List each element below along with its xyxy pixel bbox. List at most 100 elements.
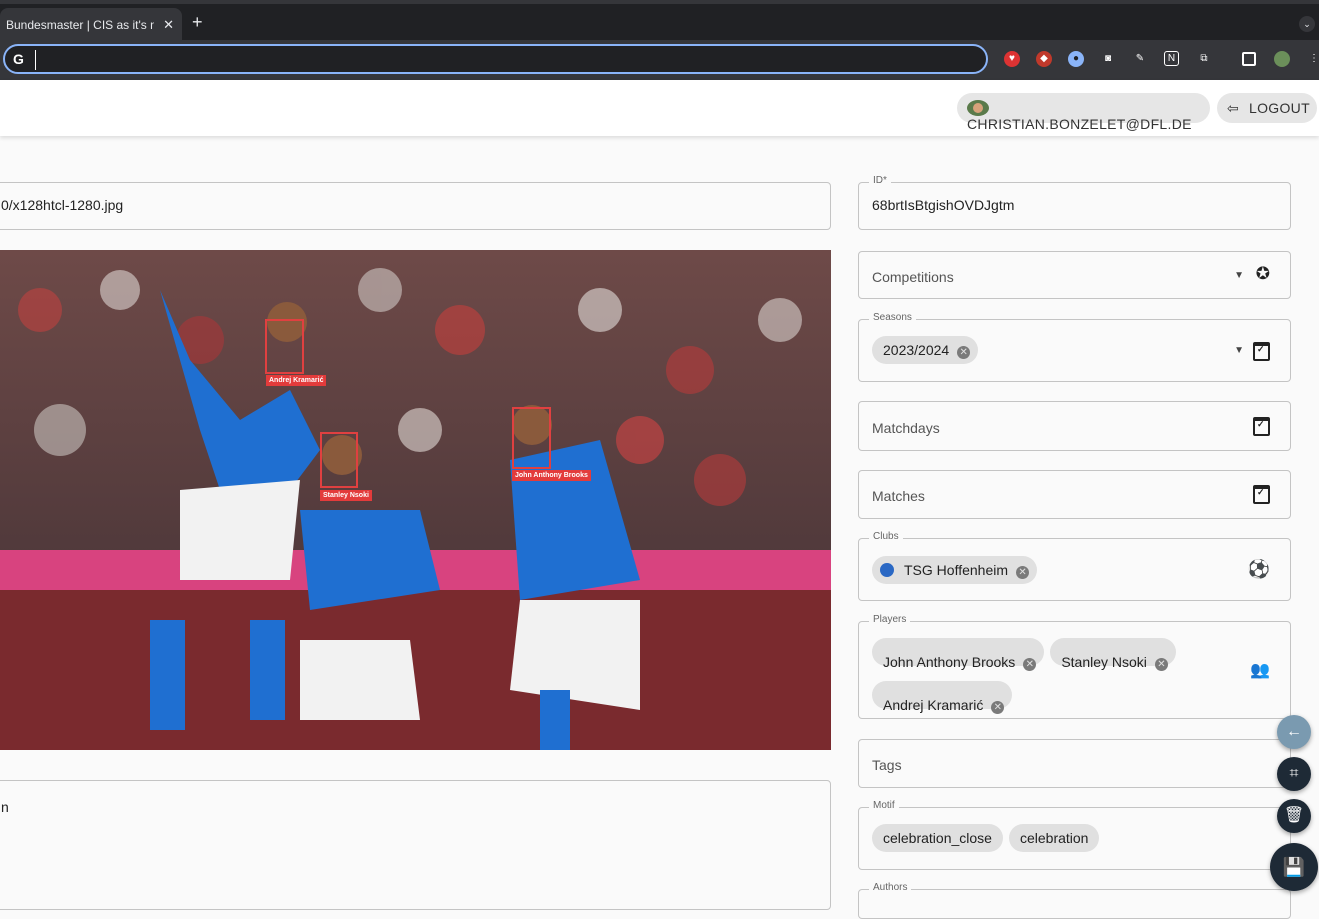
filename-field[interactable]: 0/x128htcl-1280.jpg: [0, 182, 831, 230]
extension-blue-icon[interactable]: ●: [1068, 51, 1084, 67]
extension-red-icon[interactable]: ◆: [1036, 51, 1052, 67]
players-chips: John Anthony Brooks ✕ Stanley Nsoki ✕ Andre…: [872, 638, 1232, 724]
soccer-ball-icon: ⚽: [1247, 559, 1270, 579]
seasons-legend: Seasons: [869, 312, 916, 323]
save-fab[interactable]: 💾: [1270, 843, 1318, 891]
logout-button[interactable]: ⇦ LOGOUT: [1217, 93, 1317, 123]
user-account-button[interactable]: CHRISTIAN.BONZELET@DFL.DE: [957, 93, 1210, 132]
chip-remove-icon[interactable]: ✕: [1154, 658, 1168, 671]
user-avatar: [967, 100, 989, 116]
address-bar[interactable]: G: [3, 44, 988, 74]
clubs-legend: Clubs: [869, 531, 903, 542]
chip-remove-icon[interactable]: ✕: [991, 701, 1005, 714]
description-value: n: [1, 799, 9, 815]
player-chip[interactable]: John Anthony Brooks ✕: [872, 638, 1045, 671]
user-email: CHRISTIAN.BONZELET@DFL.DE: [967, 116, 1192, 132]
photo-preview: Andrej Kramarić Stanley Nsoki John Antho…: [0, 250, 831, 750]
face-label-kramaric: Andrej Kramarić: [266, 375, 327, 386]
new-tab-button[interactable]: +: [192, 12, 203, 33]
profile-avatar-icon[interactable]: [1274, 51, 1290, 67]
notion-extension-icon[interactable]: N: [1164, 51, 1179, 66]
description-field[interactable]: n: [0, 780, 831, 910]
authors-field[interactable]: Authors: [858, 882, 1291, 919]
face-box-nsoki[interactable]: [320, 432, 358, 488]
player-chip[interactable]: Andrej Kramarić ✕: [872, 681, 1013, 714]
delete-fab[interactable]: 🗑: [1277, 799, 1311, 833]
players-legend: Players: [869, 614, 911, 625]
season-chip[interactable]: 2023/2024 ✕: [872, 336, 979, 364]
people-icon: 👥: [1250, 662, 1270, 679]
tab-close-icon[interactable]: ✕: [163, 17, 174, 33]
motif-chip[interactable]: celebration_close: [872, 824, 1003, 852]
face-label-nsoki: Stanley Nsoki: [320, 490, 372, 501]
competitions-field[interactable]: Competitions ▼ ✪: [858, 251, 1291, 299]
id-value: 68brtIsBtgishOVDJgtm: [872, 197, 1015, 213]
club-chip[interactable]: TSG Hoffenheim ✕: [872, 556, 1038, 584]
calendar-icon: [1253, 417, 1270, 441]
save-icon: 💾: [1282, 857, 1306, 877]
authors-legend: Authors: [869, 882, 912, 893]
side-panel-icon[interactable]: [1242, 52, 1256, 66]
app-header: CHRISTIAN.BONZELET@DFL.DE ⇦ LOGOUT: [0, 80, 1319, 136]
browser-tab[interactable]: Bundesmaster | CIS as it's meant ✕: [0, 8, 182, 44]
pocket-extension-icon[interactable]: ♥: [1004, 51, 1020, 67]
tab-search-icon[interactable]: ⌄: [1299, 16, 1315, 32]
chip-remove-icon[interactable]: ✕: [1016, 566, 1030, 579]
chip-remove-icon[interactable]: ✕: [957, 346, 971, 359]
players-field[interactable]: Players John Anthony Brooks ✕ Stanley Nsok…: [858, 614, 1291, 719]
filename-value: 0/x128htcl-1280.jpg: [1, 197, 124, 213]
chip-remove-icon[interactable]: ✕: [1023, 658, 1037, 671]
seasons-field[interactable]: Seasons 2023/2024 ✕ ▼: [858, 312, 1291, 382]
crop-fab[interactable]: ⌗: [1277, 757, 1311, 791]
photo-illustration: [0, 250, 831, 750]
face-label-brooks: John Anthony Brooks: [512, 470, 591, 481]
logout-icon: ⇦: [1227, 100, 1240, 116]
competitions-placeholder: Competitions: [872, 269, 954, 285]
id-legend: ID*: [869, 175, 891, 186]
clubs-chips: TSG Hoffenheim ✕: [872, 556, 1043, 584]
motif-legend: Motif: [869, 800, 899, 811]
tab-title: Bundesmaster | CIS as it's meant: [6, 18, 154, 32]
matchdays-placeholder: Matchdays: [872, 420, 940, 436]
competitions-dropdown-icon[interactable]: ▼: [1234, 270, 1244, 281]
player-chip-label: John Anthony Brooks: [883, 654, 1016, 670]
browser-menu-icon[interactable]: ⋮: [1306, 51, 1319, 67]
calendar-icon: [1253, 485, 1270, 509]
crop-icon: ⌗: [1289, 765, 1299, 782]
seasons-dropdown-icon[interactable]: ▼: [1234, 345, 1244, 356]
puzzle-extensions-icon[interactable]: ⧉: [1196, 51, 1212, 67]
motif-field[interactable]: Motif celebration_close celebration: [858, 800, 1291, 870]
tags-field[interactable]: Tags: [858, 739, 1291, 788]
address-input[interactable]: [35, 50, 940, 70]
player-chip-label: Stanley Nsoki: [1061, 654, 1147, 670]
back-fab[interactable]: ←: [1277, 715, 1311, 749]
star-icon: ✪: [1255, 264, 1270, 283]
motif-chips: celebration_close celebration: [872, 824, 1105, 852]
player-chip-label: Andrej Kramarić: [883, 697, 984, 713]
motif-chip[interactable]: celebration: [1008, 824, 1100, 852]
club-logo-icon: [880, 563, 894, 577]
google-icon: G: [13, 51, 24, 67]
logout-label: LOGOUT: [1249, 100, 1310, 116]
calendar-icon: [1253, 342, 1270, 366]
browser-toolbar: G ♥ ◆ ● ◙ ✎ N ⧉ ⋮: [0, 40, 1319, 80]
season-chip-label: 2023/2024: [883, 342, 950, 358]
browser-tab-bar: Bundesmaster | CIS as it's meant ✕ + ⌄: [0, 0, 1319, 44]
matches-field[interactable]: Matches: [858, 470, 1291, 519]
seasons-chips: 2023/2024 ✕: [872, 336, 984, 364]
pen-extension-icon[interactable]: ✎: [1132, 51, 1148, 67]
face-box-brooks[interactable]: [512, 407, 551, 469]
face-box-kramaric[interactable]: [265, 319, 304, 374]
arrow-left-icon: ←: [1286, 723, 1302, 740]
clubs-field[interactable]: Clubs TSG Hoffenheim ✕ ⚽: [858, 531, 1291, 601]
id-field[interactable]: ID* 68brtIsBtgishOVDJgtm: [858, 175, 1291, 230]
trash-icon: 🗑: [1283, 807, 1305, 824]
motif-chip-label: celebration_close: [883, 830, 992, 846]
club-chip-label: TSG Hoffenheim: [904, 562, 1009, 578]
camera-extension-icon[interactable]: ◙: [1100, 51, 1116, 67]
tags-placeholder: Tags: [872, 757, 902, 773]
player-chip[interactable]: Stanley Nsoki ✕: [1050, 638, 1176, 671]
motif-chip-label: celebration: [1019, 830, 1089, 846]
matchdays-field[interactable]: Matchdays: [858, 401, 1291, 451]
matches-placeholder: Matches: [872, 488, 925, 504]
